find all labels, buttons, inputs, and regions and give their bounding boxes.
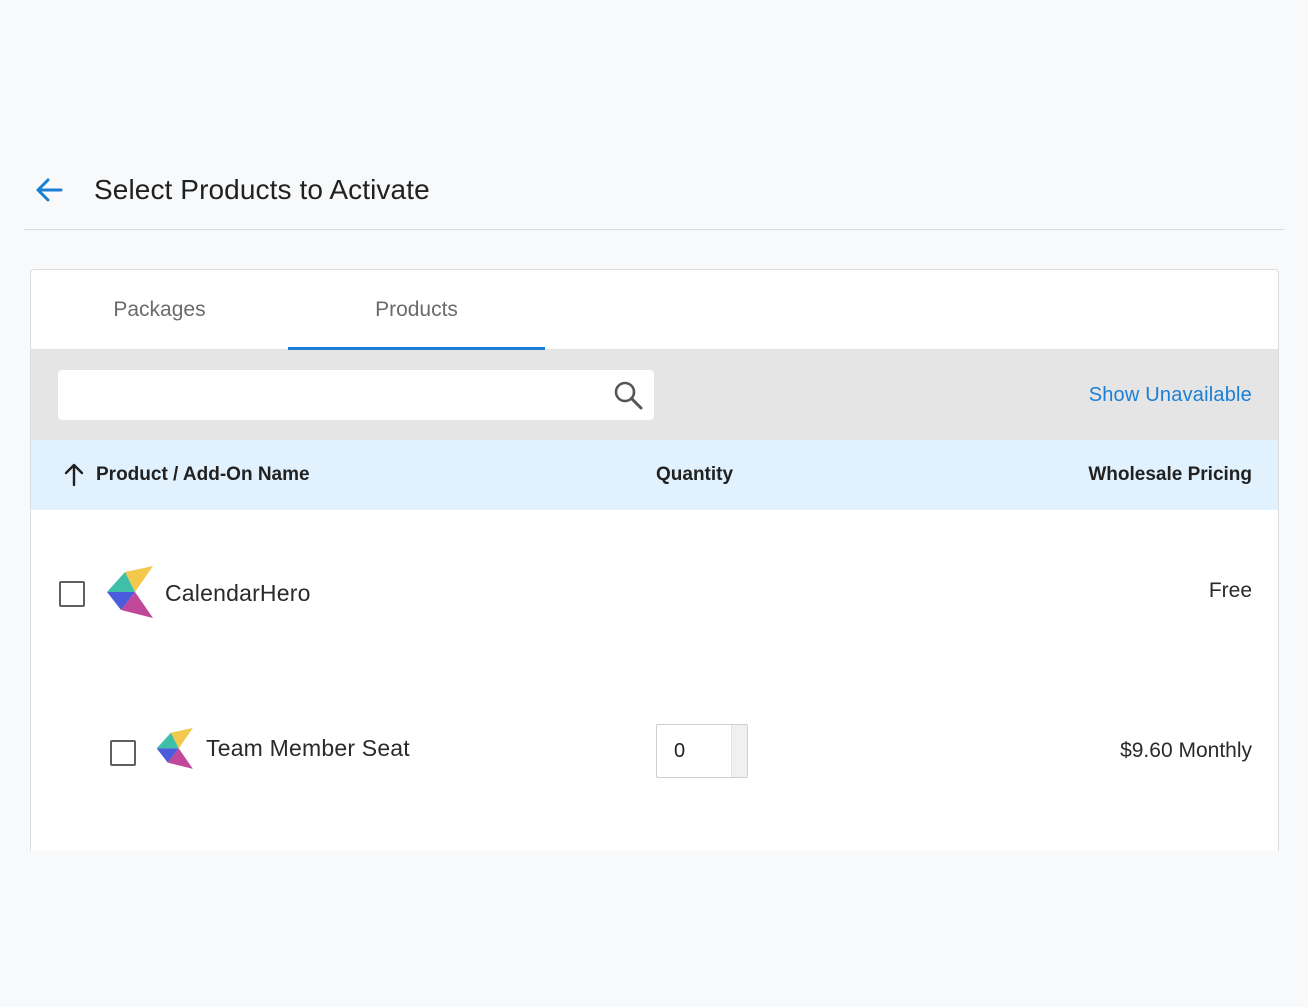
arrow-left-icon — [36, 178, 63, 201]
quantity-stepper-buttons[interactable] — [731, 725, 747, 777]
search-icon[interactable] — [612, 379, 644, 411]
search-box — [58, 370, 654, 420]
product-name: CalendarHero — [165, 580, 311, 606]
page-header: Select Products to Activate — [24, 150, 1284, 230]
tab-packages[interactable]: Packages — [31, 270, 288, 350]
table-row: CalendarHero Free — [31, 510, 1278, 678]
table-row: Team Member Seat $9.60 Monthly — [31, 678, 1278, 838]
row-checkbox[interactable] — [110, 740, 136, 766]
tab-products[interactable]: Products — [288, 270, 545, 350]
addon-name: Team Member Seat — [206, 735, 410, 761]
addon-price: $9.60 Monthly — [1120, 739, 1252, 762]
column-header-quantity: Quantity — [656, 464, 734, 485]
row-checkbox[interactable] — [59, 581, 85, 607]
tab-bar: Packages Products — [31, 270, 1278, 350]
product-price: Free — [1208, 579, 1252, 602]
toolbar: Show Unavailable — [31, 350, 1278, 440]
show-unavailable-link[interactable]: Show Unavailable — [1089, 384, 1252, 407]
page-title: Select Products to Activate — [94, 173, 430, 205]
column-header-name[interactable]: Product / Add-On Name — [61, 462, 310, 488]
calendarhero-logo-icon — [107, 566, 153, 618]
quantity-stepper — [656, 724, 748, 778]
column-header-pricing: Wholesale Pricing — [1088, 464, 1252, 485]
table-header: Product / Add-On Name Quantity Wholesale… — [31, 440, 1278, 510]
quantity-input[interactable] — [657, 725, 731, 777]
calendarhero-logo-icon — [156, 728, 193, 769]
product-selection-card: Packages Products Show Unavailable Produ… — [30, 269, 1279, 851]
column-header-name-label: Product / Add-On Name — [96, 464, 310, 485]
search-input[interactable] — [58, 370, 598, 420]
arrow-up-icon — [64, 463, 84, 487]
back-button[interactable] — [24, 165, 74, 215]
